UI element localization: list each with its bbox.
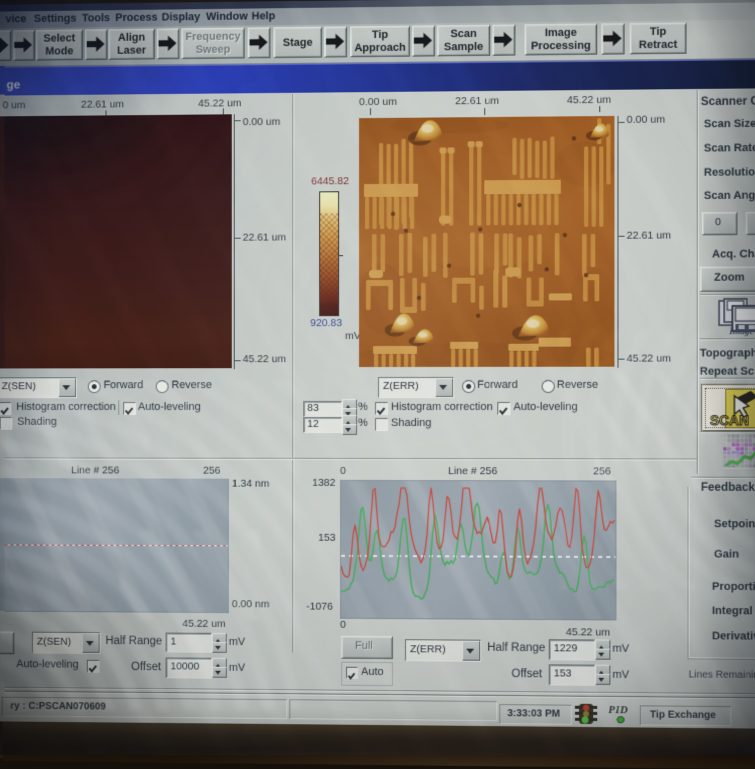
svg-text:SCAN: SCAN [710, 413, 749, 428]
